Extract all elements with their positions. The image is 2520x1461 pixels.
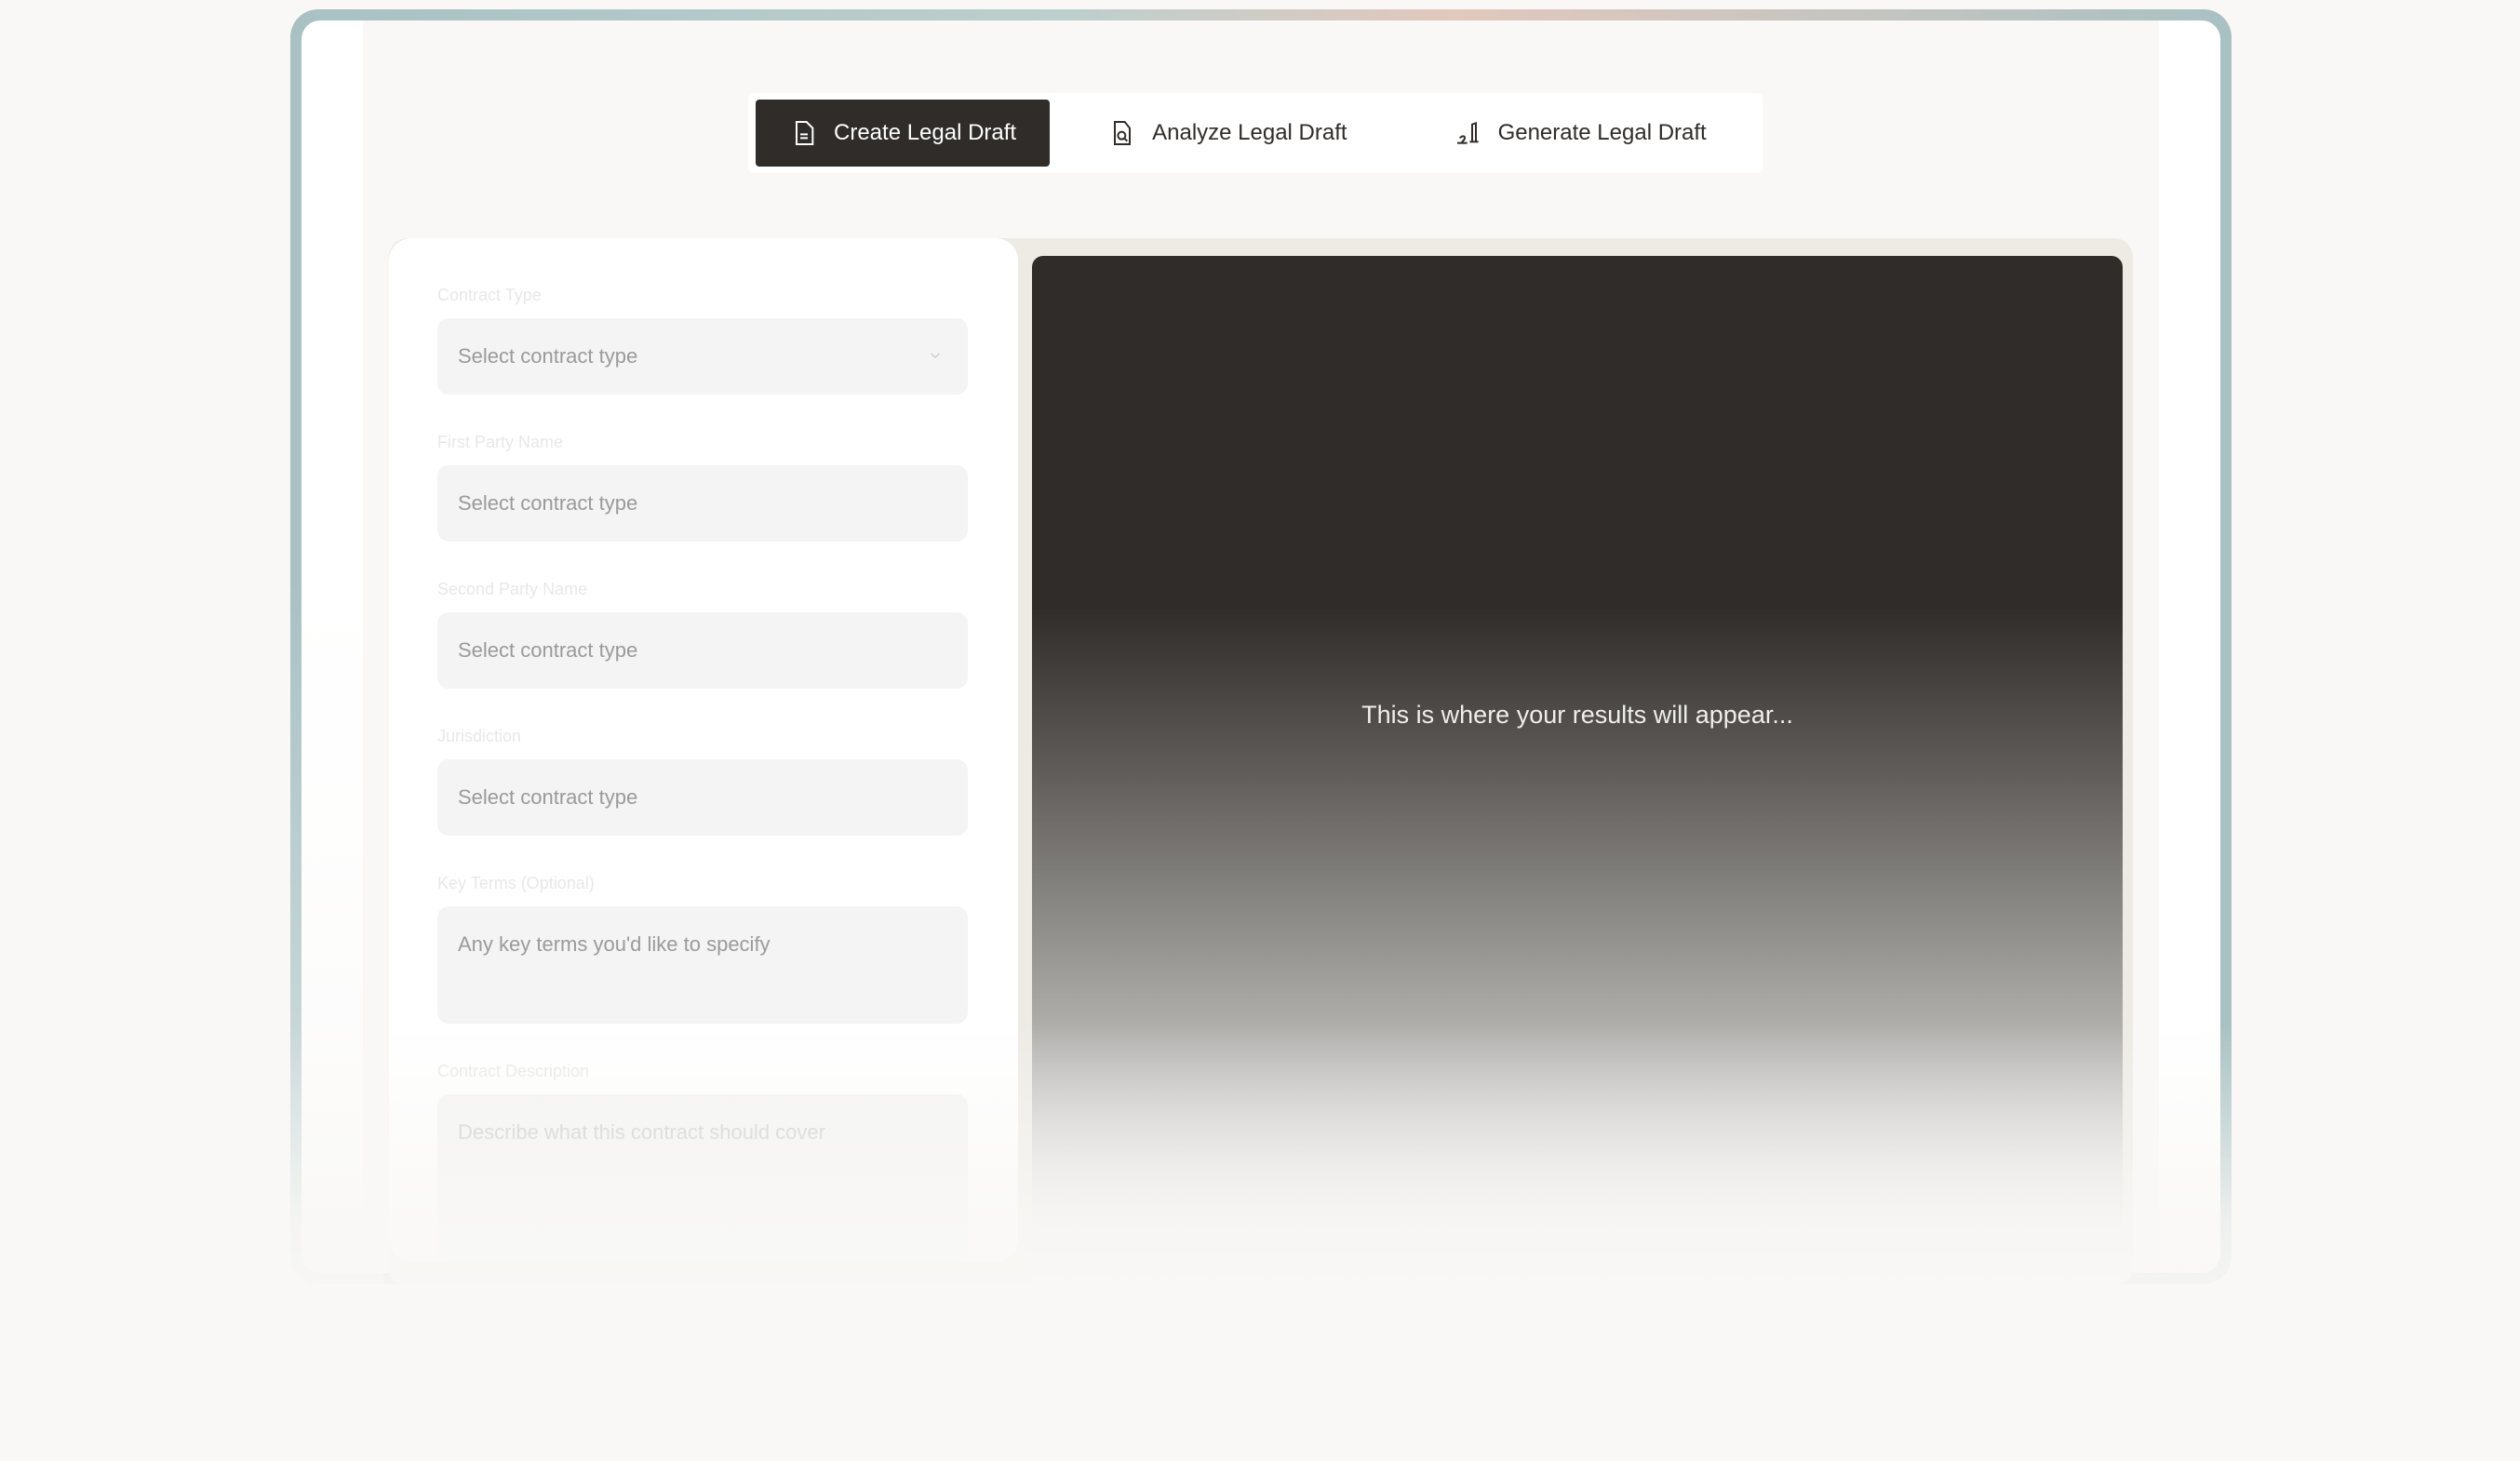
signature-icon (1456, 121, 1479, 144)
tab-create-legal-draft[interactable]: Create Legal Draft (756, 100, 1051, 167)
contract-form: Contract Type Select contract type First… (389, 238, 1018, 1262)
contract-type-value: Select contract type (458, 344, 638, 368)
key-terms-label: Key Terms (Optional) (437, 874, 595, 892)
tab-generate-legal-draft[interactable]: Generate Legal Draft (1420, 100, 1740, 167)
description-label: Contract Description (437, 1062, 590, 1080)
first-party-input[interactable]: Select contract type (437, 465, 968, 542)
tab-label: Generate Legal Draft (1497, 120, 1707, 145)
key-terms-placeholder: Any key terms you'd like to specify (458, 932, 771, 956)
page: Create Legal Draft Analyze Legal Draft G… (0, 0, 2520, 1461)
document-search-icon (1114, 121, 1132, 145)
second-party-placeholder: Select contract type (458, 638, 638, 662)
description-textarea[interactable]: Describe what this contract should cover (437, 1094, 968, 1262)
contract-type-select[interactable]: Select contract type (437, 318, 968, 395)
key-terms-textarea[interactable]: Any key terms you'd like to specify (437, 906, 968, 1024)
tab-label: Create Legal Draft (834, 120, 1017, 145)
jurisdiction-input[interactable]: Select contract type (437, 759, 968, 836)
first-party-placeholder: Select contract type (458, 491, 638, 515)
second-party-label: Second Party Name (437, 580, 588, 598)
first-party-label: First Party Name (437, 433, 564, 451)
tab-bar: Create Legal Draft Analyze Legal Draft G… (748, 93, 1763, 173)
tab-analyze-legal-draft[interactable]: Analyze Legal Draft (1074, 100, 1380, 167)
second-party-input[interactable]: Select contract type (437, 612, 968, 689)
description-placeholder: Describe what this contract should cover (458, 1120, 825, 1144)
results-placeholder: This is where your results will appear..… (1361, 701, 1793, 729)
jurisdiction-label: Jurisdiction (437, 727, 522, 745)
document-icon (796, 121, 814, 145)
chevron-down-icon (930, 353, 941, 359)
contract-type-label: Contract Type (437, 286, 542, 304)
tab-label: Analyze Legal Draft (1152, 120, 1347, 145)
jurisdiction-placeholder: Select contract type (458, 785, 638, 809)
results-panel: This is where your results will appear..… (1032, 256, 2123, 1286)
